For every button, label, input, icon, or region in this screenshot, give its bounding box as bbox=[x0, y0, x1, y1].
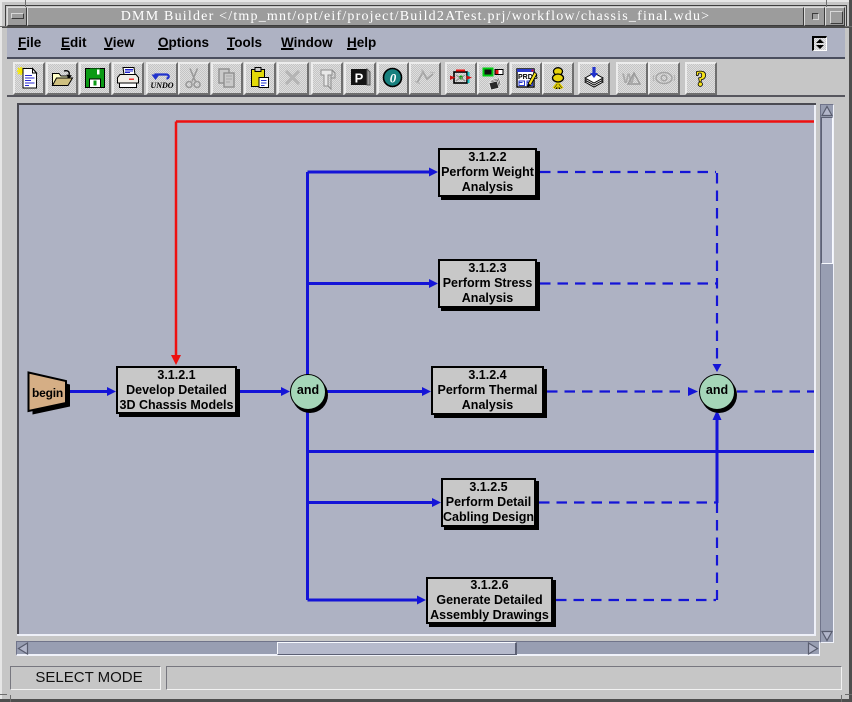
svg-text:UNDO: UNDO bbox=[150, 81, 173, 90]
svg-text:P: P bbox=[355, 71, 364, 86]
svg-text:?: ? bbox=[696, 66, 707, 90]
svg-text:0: 0 bbox=[390, 71, 397, 86]
